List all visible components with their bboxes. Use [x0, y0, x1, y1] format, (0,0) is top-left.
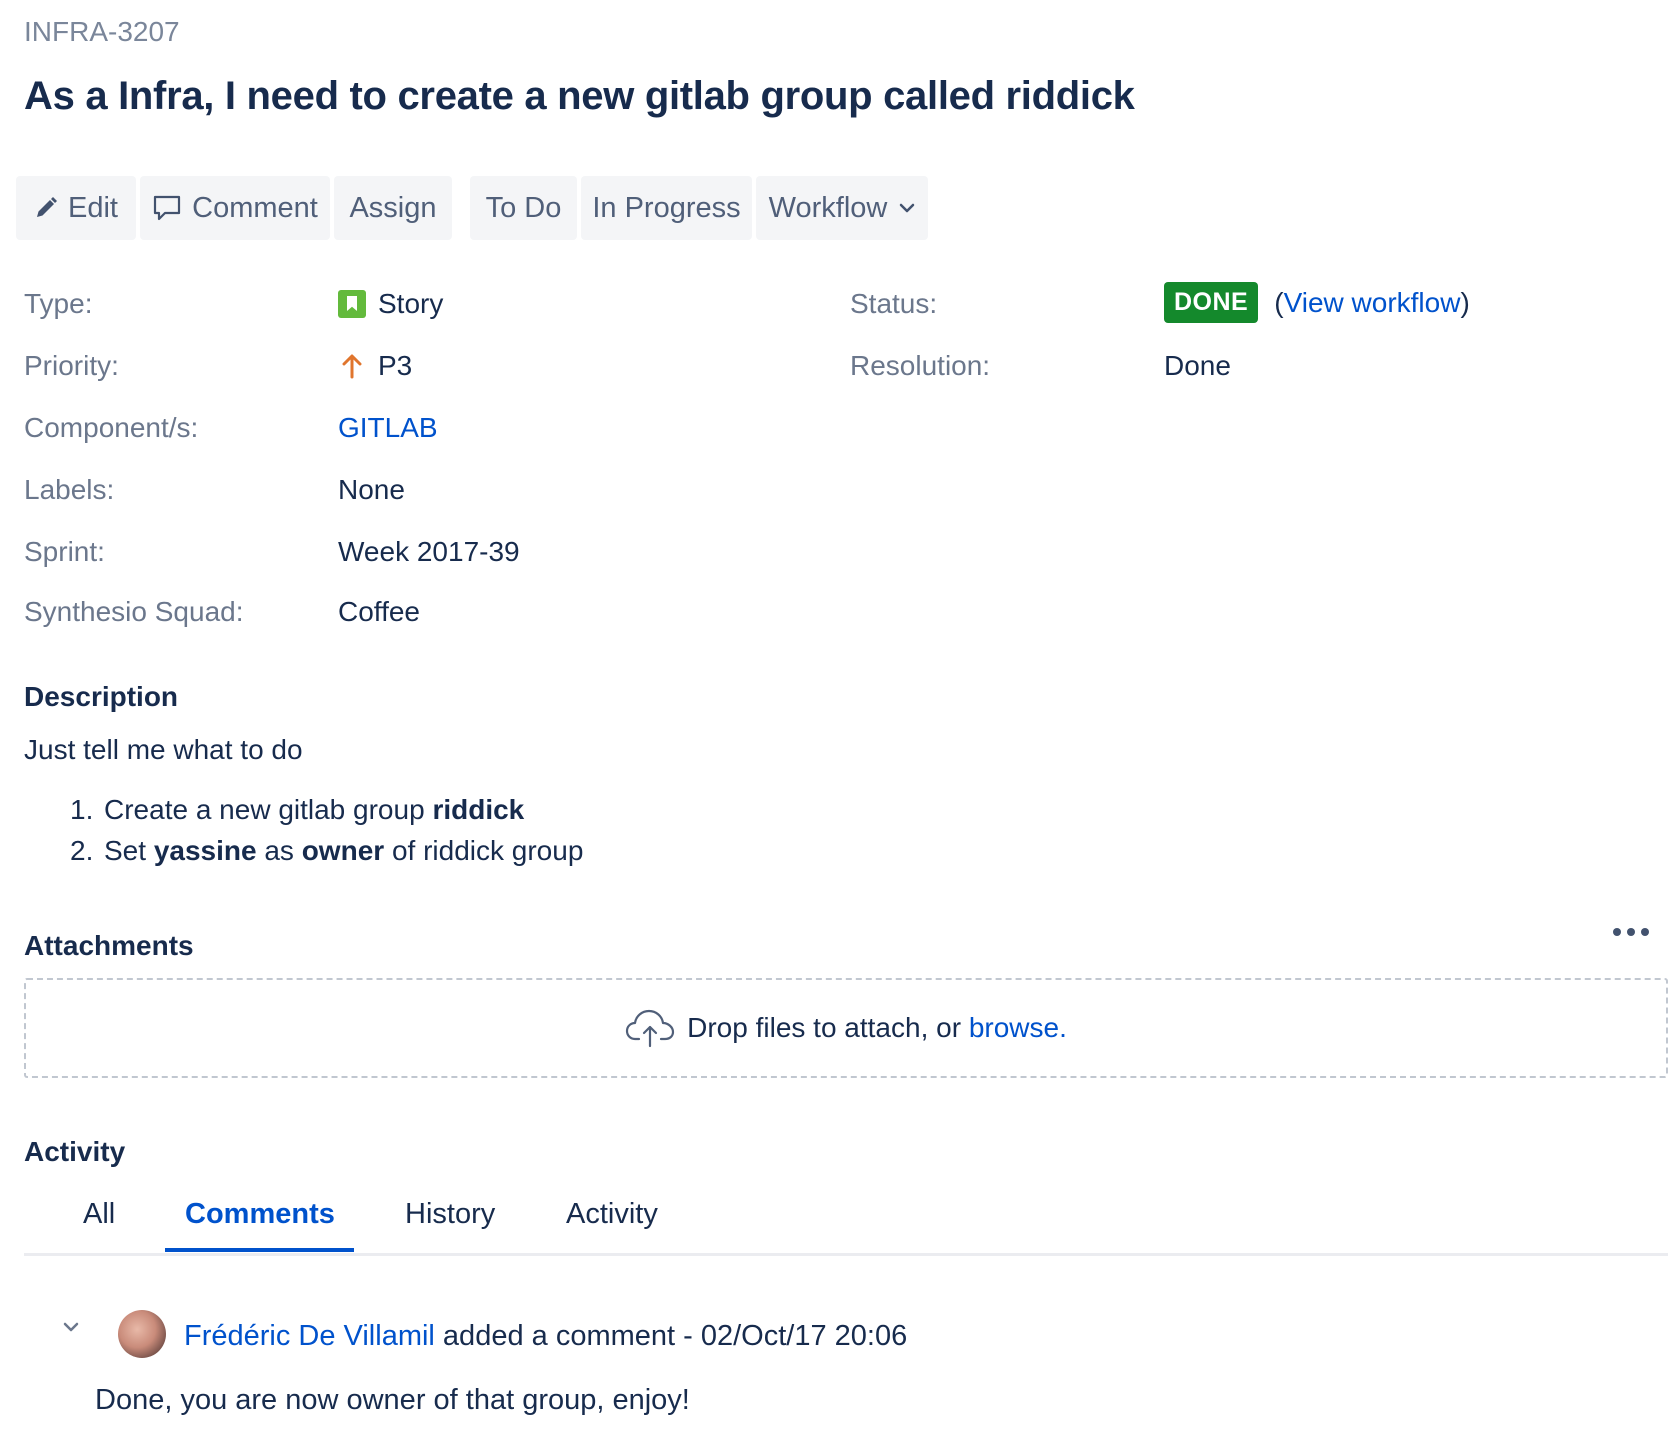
priority-text: P3	[378, 350, 413, 381]
list-text: as	[256, 835, 302, 866]
priority-value: P3	[338, 350, 412, 382]
tab-comments[interactable]: Comments	[185, 1198, 335, 1231]
chevron-down-icon	[899, 203, 915, 213]
list-bold-text: riddick	[432, 794, 525, 825]
dropzone-text: Drop files to attach, or	[687, 1012, 962, 1043]
activity-tabs: All Comments History Activity	[24, 1186, 1668, 1256]
status-label: Status:	[850, 288, 938, 319]
tab-all[interactable]: All	[83, 1198, 115, 1231]
labels-label: Labels:	[24, 474, 115, 505]
comment-label: Comment	[192, 191, 318, 224]
todo-button[interactable]: To Do	[470, 176, 577, 240]
description-list-item: 2. Set yassine as owner of riddick group	[70, 835, 583, 867]
story-icon	[338, 290, 366, 318]
avatar[interactable]	[118, 1310, 166, 1358]
priority-label: Priority:	[24, 350, 119, 381]
collapse-chevron-icon[interactable]	[62, 1320, 80, 1338]
description-intro: Just tell me what to do	[24, 734, 303, 765]
list-bold-text: yassine	[153, 835, 257, 866]
list-text: Set	[104, 835, 154, 866]
list-bold-text: owner	[301, 835, 385, 866]
assign-button[interactable]: Assign	[334, 176, 452, 240]
tab-activity[interactable]: Activity	[566, 1198, 658, 1231]
list-text: of riddick group	[384, 835, 584, 866]
component-label: Component/s:	[24, 412, 199, 443]
activity-heading: Activity	[24, 1136, 126, 1167]
attachment-dropzone[interactable]: Drop files to attach, or browse.	[24, 978, 1668, 1078]
browse-link[interactable]: browse.	[969, 1012, 1067, 1044]
attachments-heading: Attachments	[24, 930, 194, 961]
component-link[interactable]: GITLAB	[338, 412, 438, 444]
view-workflow-close-paren: )	[1460, 286, 1470, 318]
description-heading: Description	[24, 681, 179, 712]
resolution-value: Done	[1164, 350, 1231, 381]
pencil-icon	[34, 196, 58, 220]
list-number: 1.	[70, 794, 94, 825]
sprint-label: Sprint:	[24, 536, 105, 567]
tab-history[interactable]: History	[405, 1198, 495, 1231]
workflow-label: Workflow	[768, 191, 888, 224]
issue-key[interactable]: INFRA-3207	[24, 16, 180, 48]
comment-timestamp[interactable]: 02/Oct/17 20:06	[701, 1320, 907, 1352]
type-label: Type:	[24, 288, 93, 319]
comment-body: Done, you are now owner of that group, e…	[95, 1384, 690, 1416]
comment-button[interactable]: Comment	[140, 176, 330, 240]
arrow-up-icon	[338, 353, 366, 379]
type-value: Story	[338, 288, 443, 320]
cloud-upload-icon	[625, 1008, 675, 1048]
comment-header: Frédéric De Villamil added a comment - 0…	[184, 1320, 907, 1353]
view-workflow-link[interactable]: View workflow	[1284, 287, 1461, 319]
squad-value: Coffee	[338, 596, 420, 627]
more-options-icon[interactable]	[1613, 925, 1649, 939]
squad-label: Synthesio Squad:	[24, 596, 244, 627]
status-value: DONE ( View workflow )	[1164, 282, 1470, 323]
labels-value: None	[338, 474, 405, 505]
view-workflow-open-paren: (	[1274, 286, 1284, 318]
description-list-item: 1. Create a new gitlab group riddick	[70, 794, 524, 826]
active-tab-indicator	[165, 1248, 354, 1252]
edit-label: Edit	[68, 191, 118, 224]
in-progress-button[interactable]: In Progress	[581, 176, 752, 240]
issue-title: As a Infra, I need to create a new gitla…	[24, 74, 1135, 118]
status-badge: DONE	[1164, 282, 1259, 323]
list-number: 2.	[70, 835, 94, 866]
workflow-button[interactable]: Workflow	[756, 176, 928, 240]
speech-bubble-icon	[152, 193, 182, 223]
type-text: Story	[378, 288, 444, 319]
resolution-label: Resolution:	[850, 350, 991, 381]
edit-button[interactable]: Edit	[16, 176, 136, 240]
sprint-value: Week 2017-39	[338, 536, 520, 567]
comment-author-link[interactable]: Frédéric De Villamil	[184, 1320, 435, 1352]
comment-action: added a comment -	[434, 1320, 701, 1352]
list-text: Create a new gitlab group	[104, 794, 433, 825]
